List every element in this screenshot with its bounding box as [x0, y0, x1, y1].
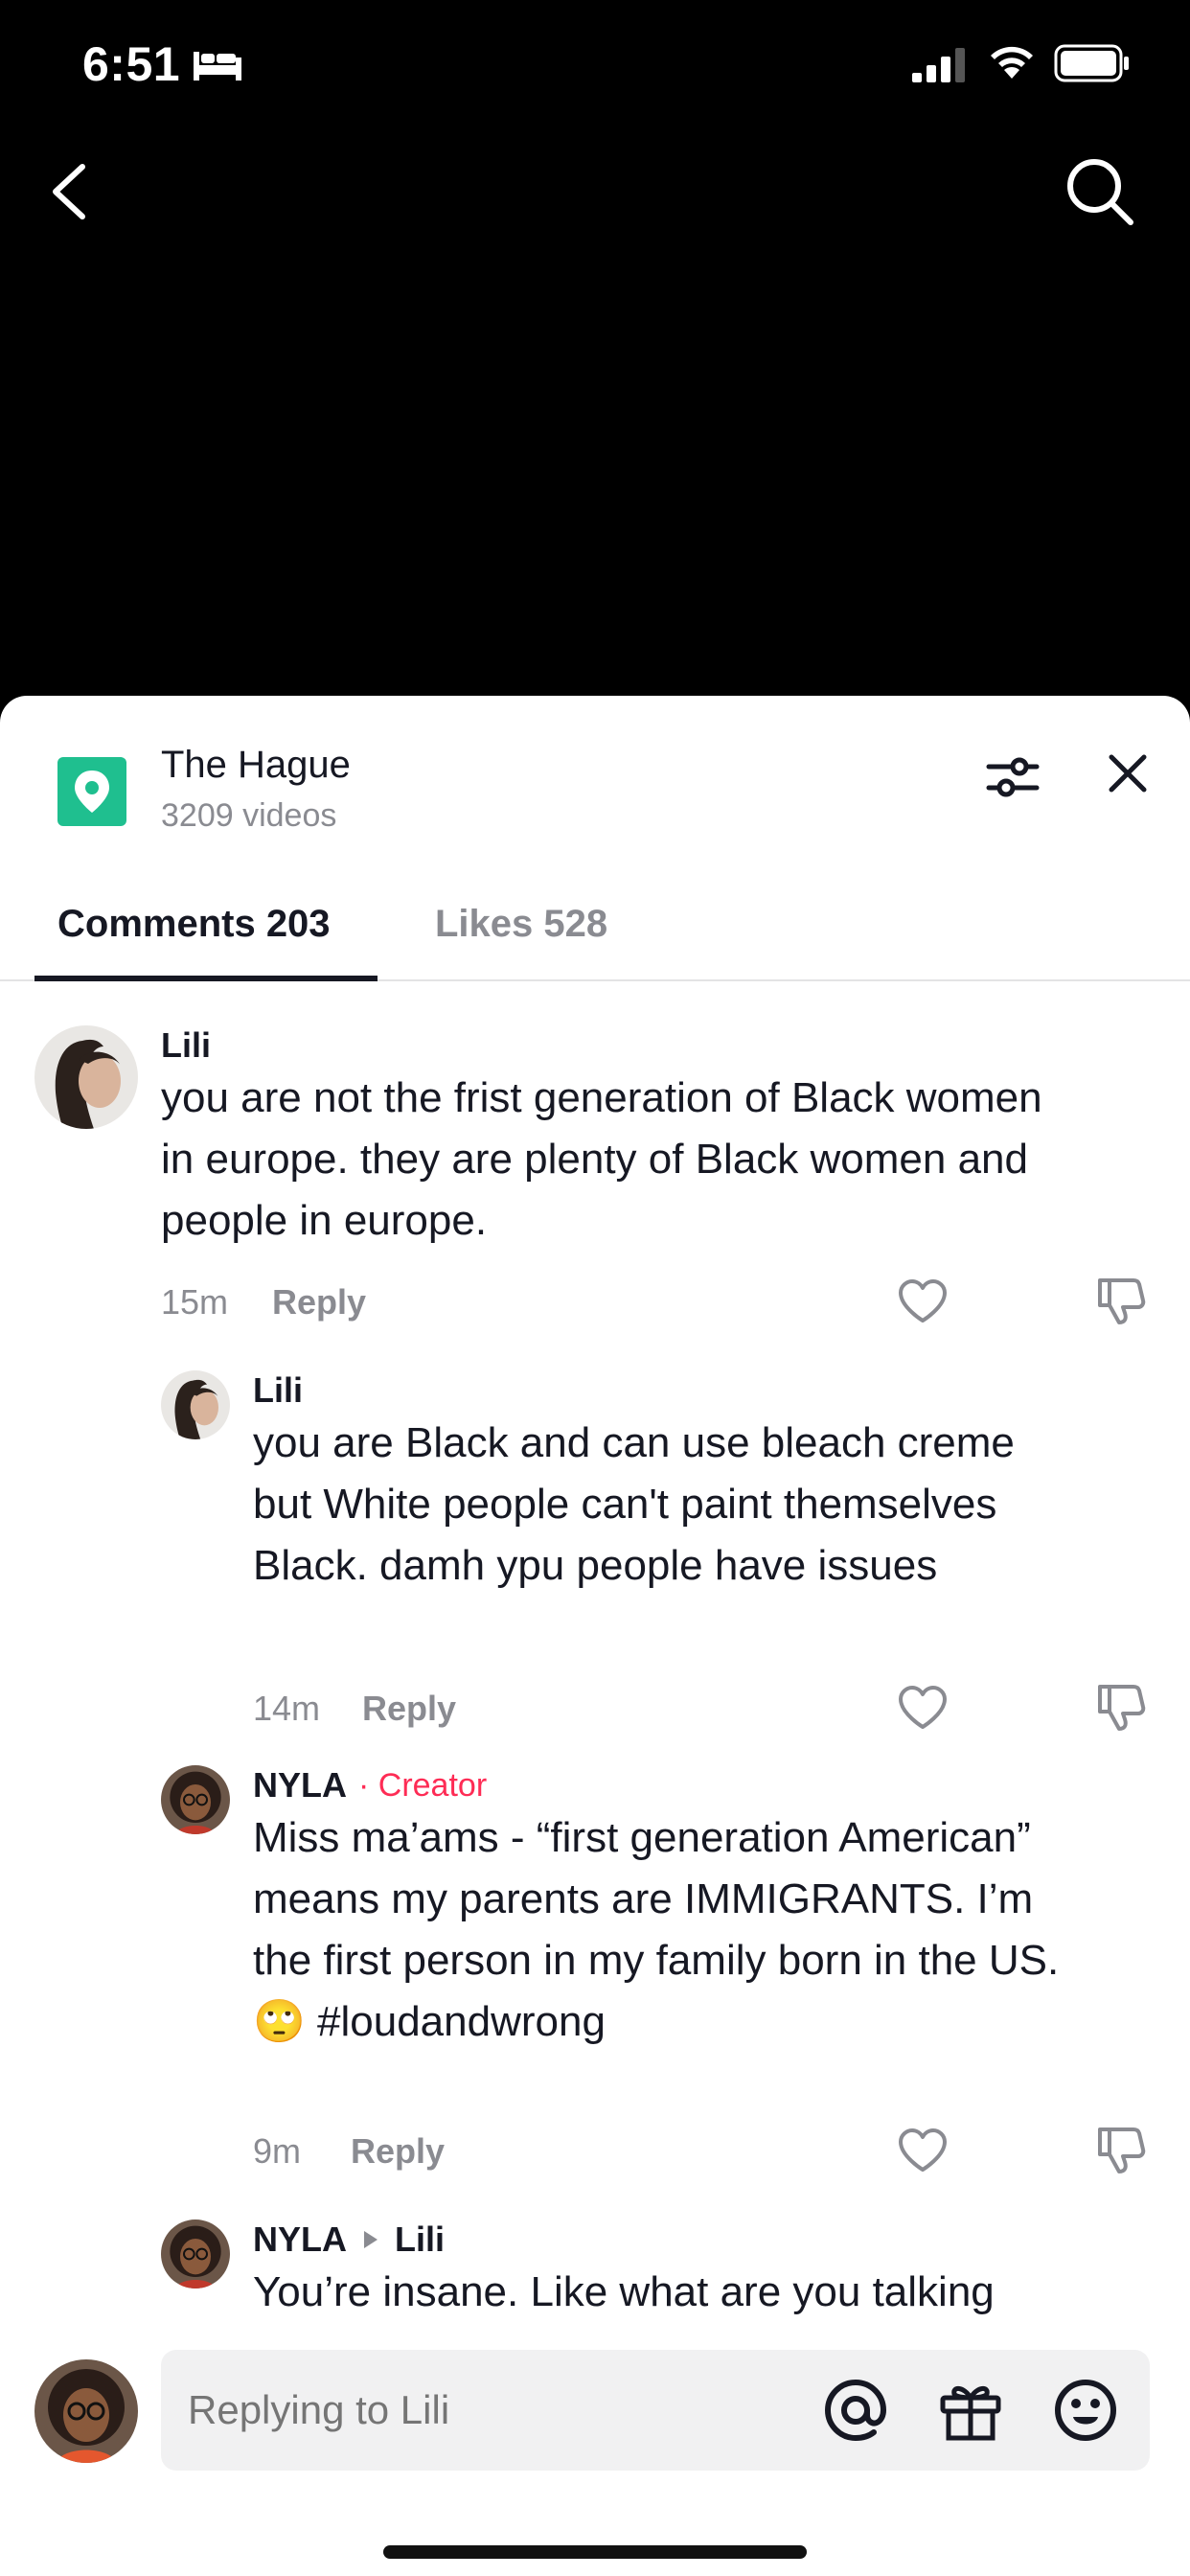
location-pin-icon — [75, 770, 109, 813]
reply-to-username[interactable]: Lili — [395, 2220, 445, 2260]
signal-icon — [912, 48, 965, 82]
location-title[interactable]: The Hague — [161, 744, 351, 787]
dislike-icon[interactable] — [1096, 1276, 1146, 1326]
comments-sheet: The Hague 3209 videos Comments 203 Likes… — [0, 696, 1190, 2576]
filter-icon[interactable] — [985, 753, 1041, 801]
mention-icon[interactable] — [822, 2377, 889, 2444]
comment-username[interactable]: NYLA — [253, 2220, 347, 2260]
comment-time: 14m — [253, 1689, 321, 1728]
bed-icon — [194, 52, 241, 80]
comment-time: 9m — [253, 2131, 302, 2171]
comment-username[interactable]: Lili — [253, 1370, 303, 1411]
reply-bar — [0, 2331, 1190, 2576]
back-icon[interactable] — [48, 161, 90, 222]
location-badge — [57, 757, 126, 826]
dislike-icon[interactable] — [1096, 2126, 1146, 2175]
avatar[interactable] — [34, 1025, 138, 1129]
comment-text: you are not the frist generation of Blac… — [161, 1074, 1042, 1244]
reply-input[interactable] — [188, 2350, 763, 2471]
location-video-count: 3209 videos — [161, 797, 337, 834]
search-icon[interactable] — [1064, 155, 1136, 228]
dislike-icon[interactable] — [1096, 1683, 1146, 1733]
status-bar: 6:51 — [0, 0, 1190, 134]
avatar[interactable] — [161, 1370, 230, 1439]
avatar[interactable] — [161, 2220, 230, 2288]
comment-text: you are Black and can use bleach creme b… — [253, 1419, 1015, 1589]
my-avatar — [34, 2359, 138, 2463]
gift-icon[interactable] — [937, 2377, 1004, 2444]
home-indicator — [383, 2545, 807, 2559]
comment-username[interactable]: Lili — [161, 1025, 211, 1066]
battery-icon — [1054, 44, 1129, 82]
comment-time: 15m — [161, 1282, 229, 1322]
tab-likes[interactable]: Likes 528 — [435, 872, 607, 981]
reply-arrow-icon — [364, 2231, 378, 2248]
avatar[interactable] — [161, 1765, 230, 1834]
close-icon[interactable] — [1108, 753, 1148, 794]
heart-icon[interactable] — [897, 1278, 949, 1324]
tab-comments[interactable]: Comments 203 — [57, 872, 331, 981]
heart-icon[interactable] — [897, 1685, 949, 1731]
reply-input-box — [161, 2350, 1150, 2471]
wifi-icon — [991, 46, 1033, 79]
heart-icon[interactable] — [897, 2128, 949, 2174]
status-time: 6:51 — [82, 37, 181, 91]
reply-button[interactable]: Reply — [272, 1282, 366, 1322]
reply-button[interactable]: Reply — [351, 2131, 445, 2172]
comment-text: Miss ma’ams - “first generation American… — [253, 1814, 1060, 2045]
reply-button[interactable]: Reply — [362, 1689, 456, 1729]
tab-active-indicator — [34, 976, 378, 981]
creator-badge: · Creator — [358, 1767, 488, 1804]
emoji-icon[interactable] — [1052, 2377, 1119, 2444]
comment-username[interactable]: NYLA — [253, 1765, 347, 1806]
comment-text: You’re insane. Like what are you talking — [253, 2268, 995, 2315]
tabs-bar: Comments 203 Likes 528 — [0, 872, 1190, 981]
